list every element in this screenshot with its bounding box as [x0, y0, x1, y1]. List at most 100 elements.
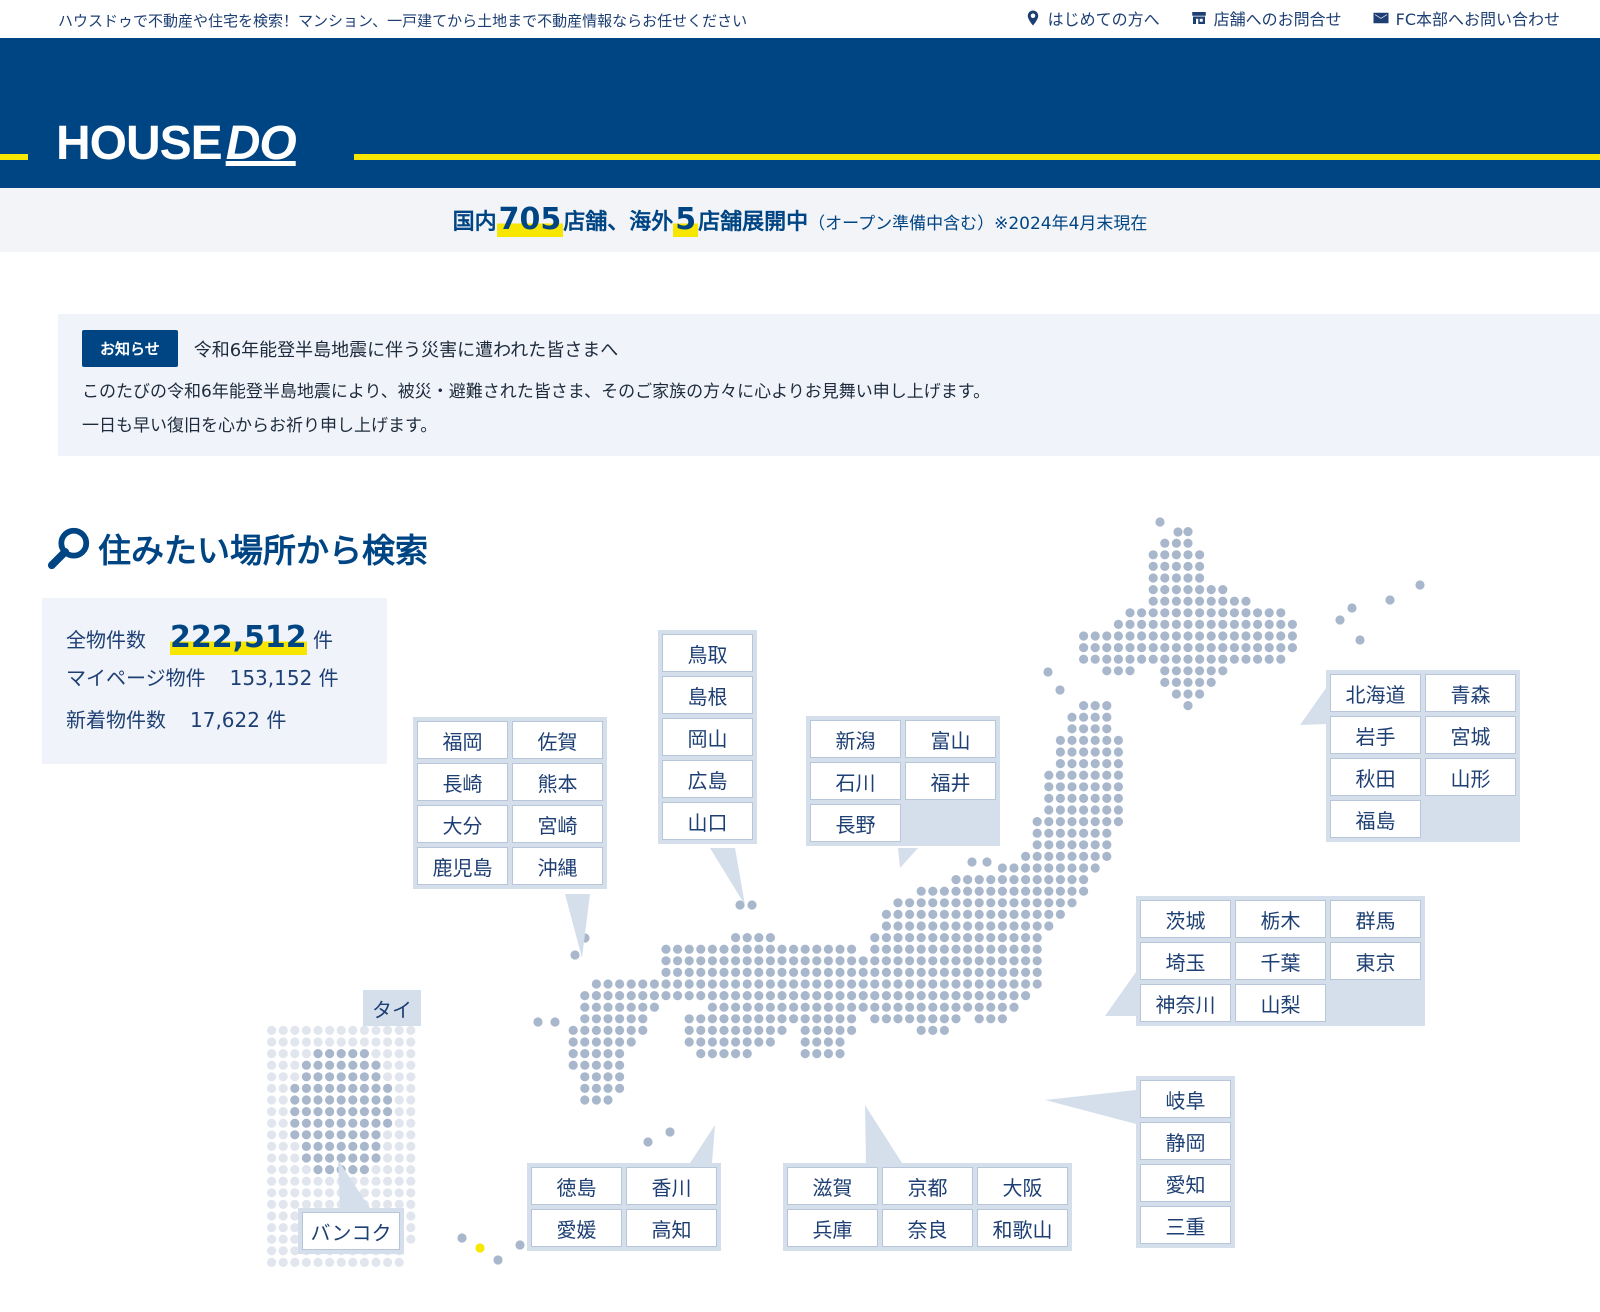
- map-dot: [1021, 886, 1031, 896]
- map-dot: [1125, 608, 1135, 618]
- prefecture-button[interactable]: 埼玉: [1140, 942, 1231, 980]
- prefecture-button[interactable]: 青森: [1425, 674, 1516, 712]
- housedo-logo[interactable]: HOUSE DO: [56, 116, 297, 171]
- map-dot: [1079, 793, 1089, 804]
- map-dot: [603, 1025, 613, 1035]
- store-contact-link[interactable]: 店舗へのお問合せ: [1190, 6, 1342, 30]
- prefecture-button[interactable]: 宮崎: [512, 805, 603, 843]
- prefecture-button[interactable]: 富山: [905, 720, 996, 758]
- map-dot: [1021, 979, 1031, 989]
- prefecture-button[interactable]: 岩手: [1330, 716, 1421, 754]
- map-dot: [893, 944, 903, 954]
- map-dot: [290, 1083, 300, 1093]
- prefecture-button[interactable]: 新潟: [810, 720, 901, 758]
- map-dot: [1171, 689, 1181, 699]
- prefecture-button[interactable]: 徳島: [531, 1167, 622, 1205]
- first-time-link[interactable]: はじめての方へ: [1024, 6, 1160, 30]
- prefecture-button[interactable]: 大阪: [977, 1167, 1068, 1205]
- map-dot: [394, 1130, 404, 1140]
- stores-middle: 店舗、海外: [563, 210, 674, 235]
- prefecture-button[interactable]: 高知: [626, 1209, 717, 1247]
- prefecture-button[interactable]: 福岡: [417, 721, 508, 759]
- prefecture-button[interactable]: 島根: [662, 676, 753, 714]
- prefecture-button[interactable]: 石川: [810, 762, 901, 800]
- prefecture-button[interactable]: 愛知: [1140, 1164, 1231, 1202]
- prefecture-button[interactable]: 奈良: [882, 1209, 973, 1247]
- map-dot: [638, 991, 648, 1001]
- map-dot: [591, 1083, 602, 1093]
- map-dot: [1055, 805, 1065, 815]
- map-dot: [615, 979, 625, 989]
- prefecture-button[interactable]: 和歌山: [977, 1209, 1068, 1247]
- map-dot: [800, 944, 810, 954]
- map-dot: [383, 1188, 393, 1198]
- map-dot: [789, 1002, 799, 1012]
- map-dot: [371, 1118, 381, 1128]
- stores-suffix: 店舗展開中: [698, 210, 809, 235]
- prefecture-button[interactable]: 鳥取: [662, 634, 753, 672]
- prefecture-button[interactable]: 東京: [1330, 942, 1421, 980]
- map-dot: [1079, 782, 1089, 792]
- prefecture-button[interactable]: 長崎: [417, 763, 508, 801]
- prefecture-button[interactable]: 熊本: [512, 763, 603, 801]
- map-dot: [1253, 619, 1263, 630]
- prefecture-button[interactable]: 福島: [1330, 800, 1421, 838]
- map-dot: [916, 886, 926, 896]
- region-panel-chugoku: 鳥取島根岡山広島山口: [658, 630, 757, 844]
- map-dot: [1218, 631, 1228, 641]
- prefecture-button[interactable]: 鹿児島: [417, 847, 508, 885]
- map-dot: [1171, 677, 1181, 688]
- map-dot: [823, 1014, 834, 1024]
- map-dot: [1067, 793, 1077, 804]
- prefecture-button[interactable]: 宮城: [1425, 716, 1516, 754]
- prefecture-button[interactable]: 福井: [905, 762, 996, 800]
- map-dot: [986, 875, 996, 885]
- prefecture-button[interactable]: 栃木: [1235, 900, 1326, 938]
- map-dot: [371, 1141, 381, 1151]
- prefecture-button[interactable]: 広島: [662, 760, 753, 798]
- prefecture-button[interactable]: 佐賀: [512, 721, 603, 759]
- prefecture-button[interactable]: 長野: [810, 804, 901, 842]
- map-dot: [974, 956, 984, 966]
- prefecture-button[interactable]: 岐阜: [1140, 1080, 1231, 1118]
- prefecture-button[interactable]: バンコク: [302, 1212, 400, 1250]
- map-dot: [290, 1107, 300, 1117]
- prefecture-button[interactable]: 三重: [1140, 1206, 1231, 1244]
- prefecture-button[interactable]: 茨城: [1140, 900, 1231, 938]
- prefecture-button[interactable]: 山梨: [1235, 984, 1326, 1022]
- map-dot: [1183, 585, 1193, 595]
- map-dot: [278, 1025, 288, 1035]
- prefecture-button[interactable]: 神奈川: [1140, 984, 1231, 1022]
- notice-title-link[interactable]: 令和6年能登半島地震に伴う災害に遭われた皆さまへ: [194, 336, 619, 362]
- prefecture-button[interactable]: 山形: [1425, 758, 1516, 796]
- prefecture-button[interactable]: 香川: [626, 1167, 717, 1205]
- prefecture-button[interactable]: 岡山: [662, 718, 753, 756]
- prefecture-button[interactable]: 北海道: [1330, 674, 1421, 712]
- map-dot: [684, 1025, 694, 1035]
- map-dot: [1195, 666, 1205, 676]
- map-dot: [742, 991, 752, 1001]
- prefecture-button[interactable]: 静岡: [1140, 1122, 1231, 1160]
- fc-contact-link[interactable]: FC本部へお問い合わせ: [1372, 6, 1560, 30]
- prefecture-button[interactable]: 兵庫: [787, 1209, 878, 1247]
- map-dot: [1125, 619, 1135, 630]
- prefecture-button[interactable]: 滋賀: [787, 1167, 878, 1205]
- prefecture-button[interactable]: 群馬: [1330, 900, 1421, 938]
- map-dot: [533, 1017, 543, 1027]
- map-dot: [301, 1176, 311, 1186]
- prefecture-button[interactable]: 愛媛: [531, 1209, 622, 1247]
- prefecture-button[interactable]: 京都: [882, 1167, 973, 1205]
- map-dot: [603, 1014, 613, 1024]
- prefecture-button[interactable]: 秋田: [1330, 758, 1421, 796]
- map-dot: [568, 1037, 578, 1047]
- prefecture-button[interactable]: 沖縄: [512, 847, 603, 885]
- map-dot: [1055, 863, 1065, 873]
- map-dot: [359, 1060, 369, 1070]
- prefecture-button[interactable]: 山口: [662, 802, 753, 840]
- map-dot: [1253, 631, 1263, 641]
- map-dot: [348, 1118, 358, 1128]
- prefecture-button[interactable]: 千葉: [1235, 942, 1326, 980]
- site-tagline: ハウスドゥで不動産や住宅を検索！マンション、一戸建てから土地まで不動産情報ならお…: [58, 12, 748, 30]
- prefecture-button[interactable]: 大分: [417, 805, 508, 843]
- map-dot: [800, 979, 810, 989]
